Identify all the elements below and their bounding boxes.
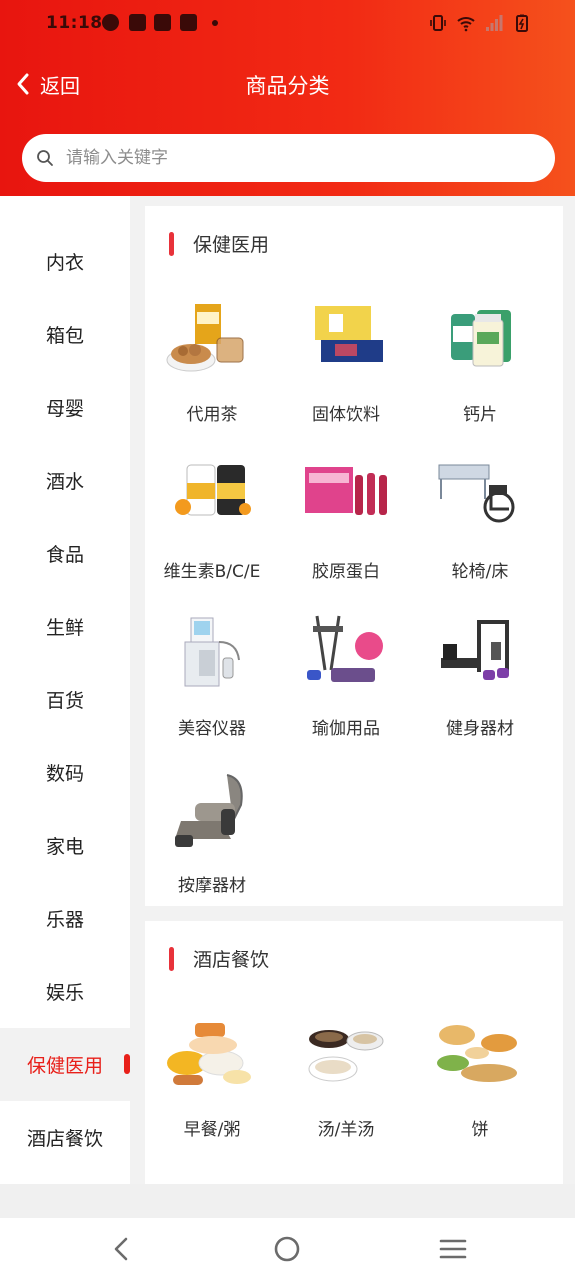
herbal-tea-icon (166, 304, 244, 372)
solid-drink-box-icon (315, 306, 383, 362)
vitamin-bottle-icon (175, 464, 251, 516)
app-header: 11:18 返回 商品分类 (0, 0, 575, 196)
bottom-spacer (0, 1184, 575, 1218)
breakfast-icon (167, 1023, 251, 1085)
soup-icon (308, 1030, 384, 1082)
category-content[interactable]: 保健医用 代用茶 固体饮料 钙片维生素B/C/E 胶原蛋白 轮椅/床美容仪器 瑜伽用品 健身… (145, 206, 563, 1184)
category-item-label: 健身器材 (446, 719, 514, 739)
category-item-label: 瑜伽用品 (312, 719, 380, 739)
active-indicator (124, 1054, 130, 1074)
nav-back-icon[interactable] (107, 1234, 137, 1264)
category-item[interactable]: 汤/羊汤 (279, 1013, 413, 1153)
sidebar-item-label: 百货 (45, 690, 84, 712)
section-header: 酒店餐饮 (169, 945, 269, 972)
sidebar-item[interactable]: 食品 (0, 517, 130, 590)
sidebar-item-label: 娱乐 (45, 982, 84, 1004)
sidebar-item-label: 食品 (45, 544, 84, 566)
section-accent-bar (169, 231, 174, 256)
sidebar-item[interactable]: 内衣 (0, 225, 130, 298)
vibrate-icon (430, 15, 446, 31)
sidebar-item-label: 乐器 (45, 909, 84, 931)
collagen-drink-icon (305, 467, 387, 515)
sidebar-item[interactable]: 母婴 (0, 371, 130, 444)
nav-menu-icon[interactable] (438, 1234, 468, 1264)
status-bar: 11:18 (0, 0, 575, 48)
category-item[interactable]: 饼 (413, 1013, 547, 1153)
sidebar-item[interactable]: 生鲜 (0, 590, 130, 663)
category-item[interactable]: 钙片 (413, 298, 547, 438)
battery-charging-icon (516, 14, 528, 32)
category-item-label: 胶原蛋白 (312, 562, 380, 582)
category-item[interactable]: 健身器材 (413, 612, 547, 752)
status-time: 11:18 (46, 13, 103, 33)
sidebar-item-label: 母婴 (45, 398, 84, 420)
signal-icon (486, 15, 503, 31)
wifi-icon (457, 17, 475, 32)
nav-bar: 返回 商品分类 (0, 60, 575, 108)
category-item[interactable]: 维生素B/C/E (145, 455, 279, 595)
category-section: 酒店餐饮 早餐/粥 汤/羊汤 饼 (145, 921, 563, 1184)
category-item[interactable]: 固体饮料 (279, 298, 413, 438)
shopping-bag-icon (129, 14, 146, 31)
calcium-bottle-icon (451, 310, 511, 367)
category-item-label: 美容仪器 (178, 719, 246, 739)
category-item-label: 轮椅/床 (451, 562, 509, 582)
category-item[interactable]: 代用茶 (145, 298, 279, 438)
category-item[interactable]: 胶原蛋白 (279, 455, 413, 595)
sidebar-item[interactable]: 数码 (0, 736, 130, 809)
flatbread-icon (437, 1025, 517, 1082)
category-item-label: 维生素B/C/E (163, 562, 261, 582)
category-item[interactable]: 按摩器材 (145, 769, 279, 909)
sidebar-item[interactable]: 酒水 (0, 444, 130, 517)
shopping-bag-icon (180, 14, 197, 31)
system-nav-bar (0, 1218, 575, 1280)
nav-home-icon[interactable] (272, 1234, 302, 1264)
search-box[interactable] (22, 134, 555, 182)
category-item-label: 代用茶 (186, 405, 238, 425)
sidebar-item[interactable]: 箱包 (0, 298, 130, 371)
search-input[interactable] (64, 147, 508, 169)
sidebar-item[interactable]: 家电 (0, 809, 130, 882)
sidebar-item[interactable]: 酒店餐饮 (0, 1101, 130, 1174)
category-item[interactable]: 美容仪器 (145, 612, 279, 752)
category-item[interactable]: 早餐/粥 (145, 1013, 279, 1153)
sidebar-item-label: 生鲜 (45, 617, 84, 639)
search-icon (37, 150, 53, 166)
section-accent-bar (169, 946, 174, 971)
category-item[interactable]: 瑜伽用品 (279, 612, 413, 752)
shopping-bag-icon (154, 14, 171, 31)
sidebar-item-label: 家电 (45, 836, 84, 858)
sidebar-item-label: 酒水 (45, 471, 84, 493)
category-sidebar: 内衣箱包母婴酒水食品生鲜百货数码家电乐器娱乐保健医用酒店餐饮 (0, 196, 130, 1184)
category-section: 保健医用 代用茶 固体饮料 钙片维生素B/C/E 胶原蛋白 轮椅/床美容仪器 瑜伽用品 健身… (145, 206, 563, 906)
category-item-label: 按摩器材 (178, 876, 246, 896)
sidebar-item[interactable]: 乐器 (0, 882, 130, 955)
sidebar-item-label: 箱包 (45, 325, 84, 347)
category-item-label: 汤/羊汤 (317, 1120, 375, 1140)
massage-chair-icon (175, 774, 243, 847)
sidebar-item-label: 酒店餐饮 (26, 1128, 103, 1150)
section-title: 酒店餐饮 (193, 949, 270, 971)
sidebar-item[interactable]: 保健医用 (0, 1028, 130, 1101)
page-title: 商品分类 (245, 74, 330, 98)
category-item-label: 饼 (471, 1120, 489, 1140)
category-item-label: 早餐/粥 (183, 1120, 241, 1140)
more-notifications-dot (212, 20, 218, 26)
section-title: 保健医用 (193, 234, 270, 256)
notification-app-icon (102, 14, 119, 31)
sidebar-item[interactable]: 娱乐 (0, 955, 130, 1028)
category-item-label: 固体饮料 (312, 405, 380, 425)
section-header: 保健医用 (169, 230, 269, 257)
wheelchair-icon (438, 464, 515, 523)
fitness-machine-icon (441, 620, 509, 680)
beauty-device-icon (184, 617, 240, 687)
sidebar-item-label: 保健医用 (26, 1055, 103, 1077)
category-item-label: 钙片 (463, 405, 497, 425)
sidebar-item-label: 内衣 (45, 252, 84, 274)
yoga-gear-icon (307, 615, 383, 682)
sidebar-list: 内衣箱包母婴酒水食品生鲜百货数码家电乐器娱乐保健医用酒店餐饮 (0, 225, 130, 1174)
sidebar-item[interactable]: 百货 (0, 663, 130, 736)
category-item[interactable]: 轮椅/床 (413, 455, 547, 595)
sidebar-item-label: 数码 (45, 763, 84, 785)
